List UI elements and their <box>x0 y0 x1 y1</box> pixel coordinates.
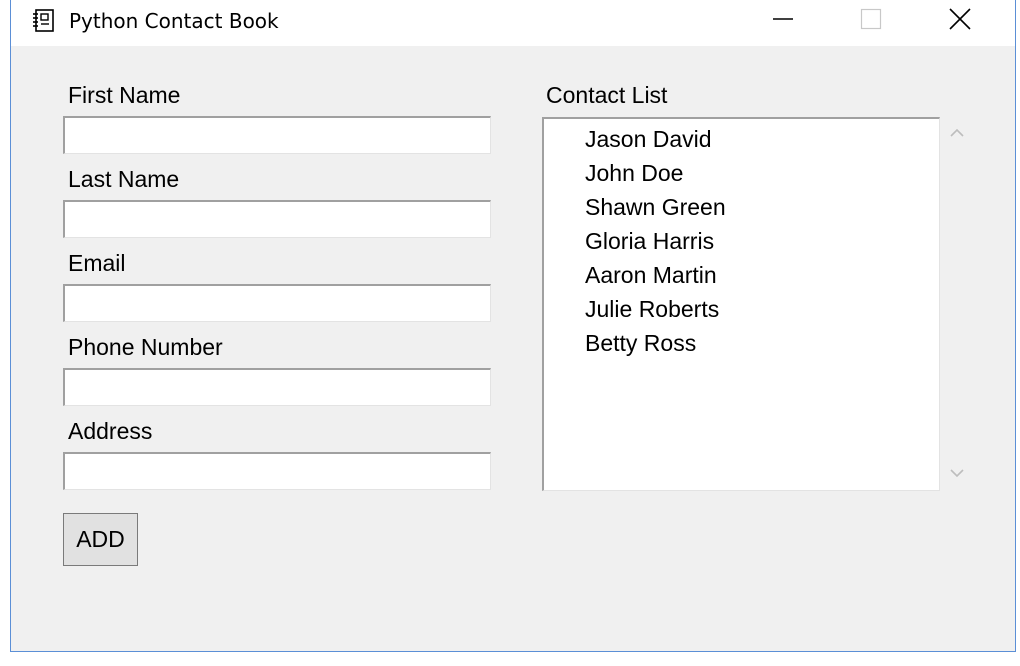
email-label: Email <box>68 250 126 276</box>
contact-list-item[interactable]: Shawn Green <box>584 190 939 224</box>
contact-list-item[interactable]: Gloria Harris <box>584 224 939 258</box>
first-name-input[interactable] <box>63 116 491 154</box>
scroll-up-button[interactable] <box>942 117 972 151</box>
address-label: Address <box>68 418 153 444</box>
close-button[interactable] <box>916 0 1004 42</box>
contact-list-item[interactable]: Aaron Martin <box>584 258 939 292</box>
contact-list-item[interactable]: Betty Ross <box>584 326 939 360</box>
minimize-button[interactable] <box>739 0 827 42</box>
close-icon <box>948 7 972 36</box>
address-book-icon <box>31 8 57 34</box>
chevron-up-icon <box>950 125 964 143</box>
last-name-label: Last Name <box>68 166 180 192</box>
window-title: Python Contact Book <box>69 9 279 33</box>
maximize-icon <box>860 8 882 35</box>
address-input[interactable] <box>63 452 491 490</box>
minimize-icon <box>772 8 794 35</box>
add-button[interactable]: ADD <box>63 513 138 566</box>
contact-listbox[interactable]: Jason David John Doe Shawn Green Gloria Har… <box>542 117 940 491</box>
chevron-down-icon <box>950 465 964 483</box>
phone-number-label: Phone Number <box>68 334 223 360</box>
contact-list-item[interactable]: John Doe <box>584 156 939 190</box>
contact-list-label: Contact List <box>546 82 668 108</box>
contact-list-item[interactable]: Jason David <box>584 122 939 156</box>
title-bar[interactable]: Python Contact Book <box>11 0 1015 46</box>
email-input[interactable] <box>63 284 491 322</box>
contact-list-item[interactable]: Julie Roberts <box>584 292 939 326</box>
phone-number-input[interactable] <box>63 368 491 406</box>
app-window: Python Contact Book First Name Last Name… <box>10 0 1016 652</box>
scroll-down-button[interactable] <box>942 457 972 491</box>
first-name-label: First Name <box>68 82 181 108</box>
last-name-input[interactable] <box>63 200 491 238</box>
maximize-button[interactable] <box>827 0 915 42</box>
contact-list-scrollbar[interactable] <box>942 117 972 491</box>
